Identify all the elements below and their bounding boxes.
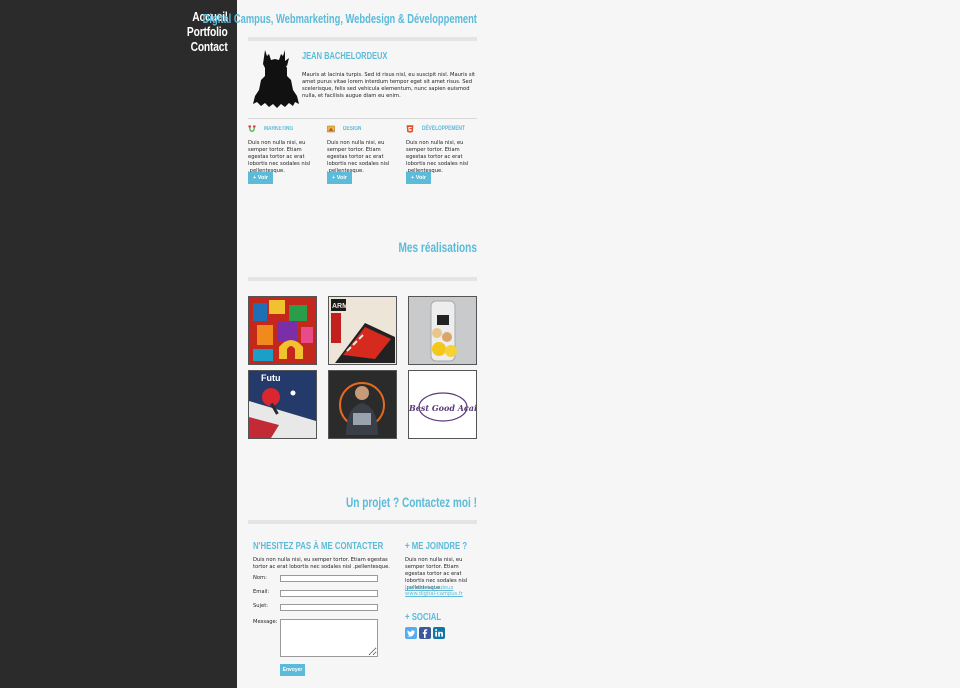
portfolio-thumbnail: ARMY — [329, 297, 396, 364]
portfolio-tile[interactable] — [408, 296, 477, 365]
service-text: Duis non nulla nisi, eu semper tortor. E… — [248, 140, 311, 174]
portfolio-tile[interactable] — [328, 370, 397, 439]
message-field[interactable] — [280, 619, 378, 657]
voir-marketing-button[interactable]: + Voir — [248, 172, 273, 184]
realisations-title: Mes réalisations — [398, 239, 477, 255]
voir-developpement-button[interactable]: + Voir — [406, 172, 431, 184]
nav-contact[interactable]: Contact — [187, 40, 228, 55]
sidebar: Accueil Portfolio Contact — [0, 0, 237, 688]
label-nom: Nom: — [253, 575, 267, 581]
tile-label: Best Good Acai — [409, 403, 476, 413]
join-title: + ME JOINDRE ? — [405, 541, 468, 552]
contact-title: Un projet ? Contactez moi ! — [345, 494, 477, 510]
portfolio-thumbnail — [409, 297, 476, 364]
section-bar — [248, 37, 477, 41]
divider — [248, 118, 477, 119]
service-text: Duis non nulla nisi, eu semper tortor. E… — [406, 140, 469, 174]
form-intro: Duis non nulla nisi, eu semper tortor. E… — [253, 557, 390, 570]
email-field[interactable] — [280, 590, 378, 597]
service-title: MARKETING — [264, 126, 294, 132]
portfolio-thumbnail — [249, 297, 316, 364]
social-title: + SOCIAL — [405, 612, 442, 623]
label-sujet: Sujet: — [253, 603, 268, 609]
send-button[interactable]: Envoyer — [280, 664, 305, 676]
nav-portfolio[interactable]: Portfolio — [187, 25, 228, 40]
profile-name: JEAN BACHELORDEUX — [302, 51, 388, 62]
site-title: Digital Campus, Webmarketing, Webdesign … — [202, 11, 477, 26]
facebook-icon[interactable] — [419, 627, 431, 639]
tile-label: ARMY — [332, 303, 353, 310]
label-email: Email: — [253, 589, 270, 595]
profile-description: Mauris at lacinia turpis. Sed id risus n… — [302, 72, 476, 99]
portfolio-tile[interactable]: Futu — [248, 370, 317, 439]
twitter-icon[interactable] — [405, 627, 417, 639]
section-bar — [248, 520, 477, 524]
main-content: Digital Campus, Webmarketing, Webdesign … — [203, 0, 960, 688]
portfolio-thumbnail: Futu — [249, 371, 316, 438]
tile-label: Futu — [261, 373, 281, 383]
portfolio-tile[interactable]: ARMY — [328, 296, 397, 365]
voir-design-button[interactable]: + Voir — [327, 172, 352, 184]
form-title: N'HESITEZ PAS À ME CONTACTER — [253, 541, 384, 552]
html5-icon — [406, 125, 414, 133]
label-message: Message: — [253, 619, 278, 625]
design-icon — [327, 125, 335, 133]
portfolio-tile[interactable] — [248, 296, 317, 365]
subject-field[interactable] — [280, 604, 378, 611]
service-text: Duis non nulla nisi, eu semper tortor. E… — [327, 140, 390, 174]
name-field[interactable] — [280, 575, 378, 582]
batman-silhouette-image — [253, 50, 299, 108]
site-link[interactable]: www.digital-campus.fr — [405, 591, 463, 597]
service-title: DÉVELOPPEMENT — [422, 126, 465, 132]
portfolio-thumbnail: Best Good Acai — [409, 371, 476, 438]
section-bar — [248, 277, 477, 281]
portfolio-thumbnail — [329, 371, 396, 438]
marketing-icon — [248, 125, 256, 132]
portfolio-tile[interactable]: Best Good Acai — [408, 370, 477, 439]
service-title: DESIGN — [343, 126, 362, 132]
linkedin-icon[interactable] — [433, 627, 445, 639]
